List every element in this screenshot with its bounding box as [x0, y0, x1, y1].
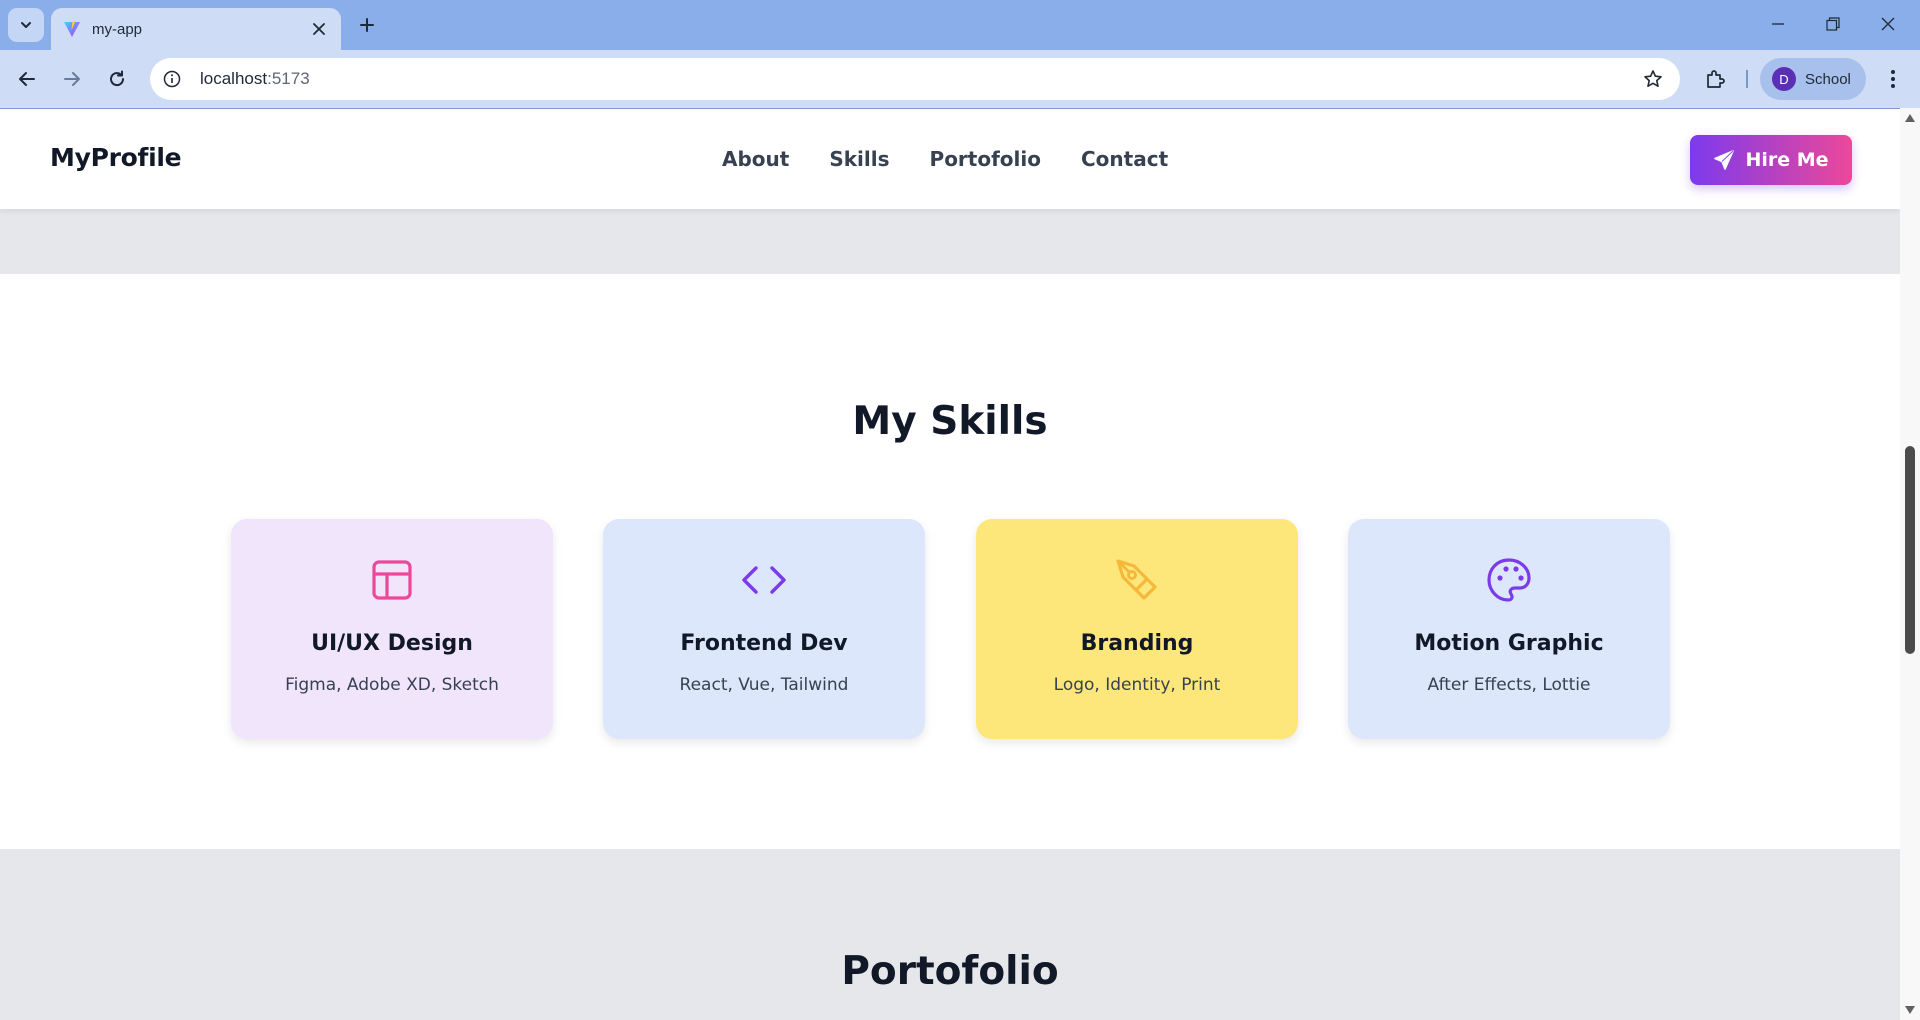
kebab-menu-icon[interactable] — [1876, 62, 1910, 96]
scrollbar-thumb[interactable] — [1905, 446, 1915, 654]
restore-icon[interactable] — [1813, 8, 1853, 40]
tab-search-button[interactable] — [8, 8, 44, 42]
nav-link-contact[interactable]: Contact — [1081, 147, 1168, 171]
site-info-icon[interactable] — [161, 68, 183, 90]
nav-link-about[interactable]: About — [722, 147, 789, 171]
hire-me-label: Hire Me — [1745, 149, 1829, 171]
nav-link-skills[interactable]: Skills — [829, 147, 889, 171]
skill-card-uiux: UI/UX Design Figma, Adobe XD, Sketch — [231, 519, 553, 739]
skills-title: My Skills — [852, 399, 1048, 444]
pen-tool-icon — [976, 557, 1298, 603]
vite-favicon-icon — [62, 19, 82, 39]
skill-card-branding: Branding Logo, Identity, Print — [976, 519, 1298, 739]
browser-toolbar: localhost:5173 D School — [0, 50, 1920, 108]
forward-arrow-icon[interactable] — [55, 62, 89, 96]
chevron-down-icon — [21, 22, 31, 28]
url-host: localhost — [200, 69, 268, 88]
skill-name: Branding — [1080, 631, 1194, 656]
close-window-icon[interactable] — [1868, 8, 1908, 40]
tab-title: my-app — [92, 20, 143, 38]
site-navbar: MyProfile About Skills Portofolio Contac… — [0, 109, 1900, 209]
skill-name: Motion Graphic — [1414, 631, 1604, 656]
extensions-puzzle-icon[interactable] — [1698, 62, 1732, 96]
skill-name: Frontend Dev — [680, 631, 848, 656]
scroll-down-arrow-icon[interactable] — [1904, 1004, 1916, 1016]
code-icon — [603, 557, 925, 603]
page-scrollbar[interactable] — [1900, 108, 1920, 1020]
skill-tools: React, Vue, Tailwind — [679, 675, 849, 695]
close-tab-icon[interactable] — [309, 19, 329, 39]
layout-icon — [231, 557, 553, 603]
profile-button[interactable]: D School — [1760, 58, 1866, 100]
send-icon — [1714, 150, 1735, 170]
skill-tools: After Effects, Lottie — [1427, 675, 1591, 695]
address-bar[interactable]: localhost:5173 — [150, 58, 1680, 100]
skills-section: My Skills UI/UX Design Figma, Adobe XD, … — [0, 274, 1900, 849]
portfolio-title: Portofolio — [841, 949, 1059, 994]
palette-icon — [1348, 557, 1670, 603]
url-port: :5173 — [267, 69, 310, 88]
toolbar-separator — [1746, 70, 1748, 88]
minimize-icon[interactable] — [1758, 8, 1798, 40]
skill-tools: Logo, Identity, Print — [1053, 675, 1221, 695]
skill-card-frontend: Frontend Dev React, Vue, Tailwind — [603, 519, 925, 739]
site-brand[interactable]: MyProfile — [50, 143, 182, 172]
browser-tab-active[interactable]: my-app — [51, 8, 341, 50]
browser-tab-strip: my-app — [0, 0, 1920, 50]
skill-tools: Figma, Adobe XD, Sketch — [285, 675, 499, 695]
avatar: D — [1772, 67, 1796, 91]
previous-section-band — [0, 209, 1900, 274]
scroll-up-arrow-icon[interactable] — [1904, 112, 1916, 124]
url-text: localhost:5173 — [200, 69, 310, 89]
back-arrow-icon[interactable] — [10, 62, 44, 96]
nav-links: About Skills Portofolio Contact — [722, 147, 1208, 171]
nav-link-portofolio[interactable]: Portofolio — [930, 147, 1041, 171]
skill-name: UI/UX Design — [311, 631, 473, 656]
page-viewport: MyProfile About Skills Portofolio Contac… — [0, 108, 1900, 1020]
bookmark-star-icon[interactable] — [1642, 68, 1664, 90]
hire-me-button[interactable]: Hire Me — [1690, 135, 1852, 185]
new-tab-plus-icon[interactable] — [353, 11, 381, 39]
profile-name: School — [1805, 70, 1851, 88]
portfolio-section: Portofolio — [0, 849, 1900, 1020]
reload-icon[interactable] — [100, 62, 134, 96]
skill-card-motion: Motion Graphic After Effects, Lottie — [1348, 519, 1670, 739]
